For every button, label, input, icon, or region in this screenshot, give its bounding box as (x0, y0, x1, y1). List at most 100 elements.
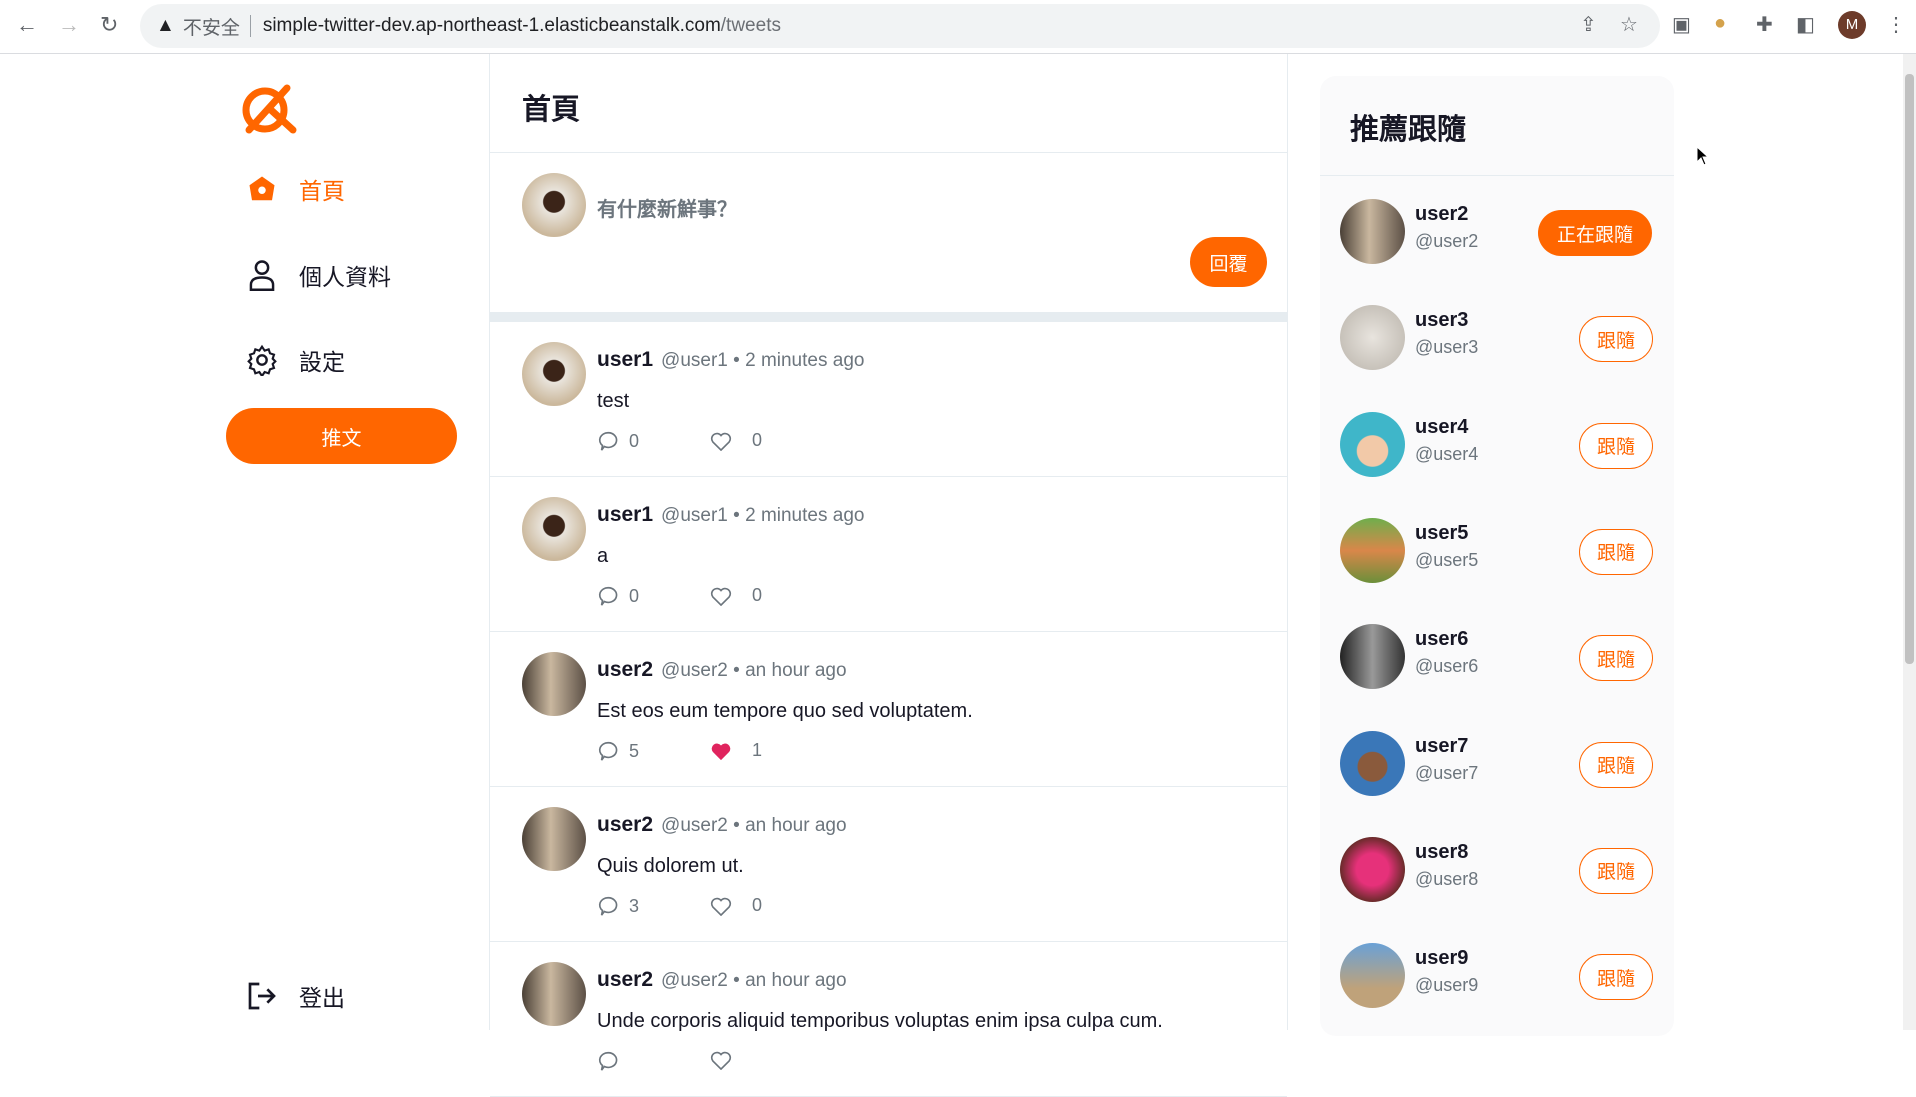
user-name[interactable]: user6 (1415, 628, 1468, 651)
follow-button[interactable]: 跟隨 (1579, 847, 1653, 894)
star-icon[interactable]: ☆ (1620, 12, 1638, 37)
cookie-icon[interactable]: ● (1714, 12, 1726, 35)
reply-count: 0 (629, 430, 640, 451)
tweet-meta: user1 @user1 • 2 minutes ago (597, 503, 865, 526)
extension-chat-icon[interactable]: ▣ (1672, 12, 1691, 37)
user-handle: @user8 (1415, 868, 1479, 889)
comment-icon (598, 586, 618, 606)
recommend-panel: 推薦跟隨 user2 @user2 正在跟隨 user3 @user3 跟隨 user4 @u… (1320, 76, 1674, 1036)
reply-button[interactable]: 回覆 (1190, 237, 1267, 287)
like-action[interactable]: 0 (710, 585, 762, 606)
like-action[interactable]: 0 (710, 895, 762, 916)
tweet[interactable]: user2 @user2 • an hour ago Quis dolorem ut… (490, 787, 1287, 942)
avatar[interactable] (1340, 411, 1405, 477)
logout-button[interactable]: 登出 (245, 979, 345, 1013)
avatar[interactable] (1340, 305, 1405, 371)
user-name[interactable]: user3 (1415, 309, 1468, 332)
avatar[interactable] (1340, 199, 1405, 264)
unfollow-button[interactable]: 正在跟隨 (1538, 210, 1652, 256)
reply-action[interactable]: 5 (597, 740, 639, 762)
user-name[interactable]: user2 (1415, 203, 1468, 226)
user-name[interactable]: user5 (1415, 522, 1468, 545)
follow-button[interactable]: 跟隨 (1579, 741, 1653, 788)
logout-label: 登出 (299, 985, 345, 1011)
user-name[interactable]: user7 (1415, 735, 1468, 758)
heart-icon[interactable] (710, 431, 742, 451)
divider (249, 15, 251, 37)
tweet-text: a (597, 545, 609, 567)
tweet-button[interactable]: 推文 (226, 408, 457, 464)
puzzle-icon[interactable]: ✚ (1756, 12, 1773, 37)
tweet[interactable]: user1 @user1 • 2 minutes ago a 0 0 (490, 477, 1287, 632)
heart-icon[interactable] (710, 896, 742, 916)
avatar[interactable] (1340, 624, 1405, 690)
tweet-author[interactable]: user1 (597, 503, 653, 526)
address-bar[interactable]: ▲ 不安全 simple-twitter-dev.ap-northeast-1.… (140, 4, 1660, 48)
tweet-handle: @user1 (661, 350, 728, 371)
tweet[interactable]: user2 @user2 • an hour ago Unde corporis a… (490, 942, 1287, 1097)
scrollbar-thumb[interactable] (1905, 74, 1914, 664)
avatar[interactable] (522, 962, 586, 1026)
recommend-title: 推薦跟隨 (1320, 76, 1674, 176)
side-panel-icon[interactable]: ◧ (1796, 12, 1815, 37)
reply-action[interactable] (597, 1050, 629, 1072)
tweet-author[interactable]: user2 (597, 968, 653, 991)
avatar[interactable] (522, 497, 586, 561)
back-icon[interactable]: ← (16, 12, 38, 38)
follow-button[interactable]: 跟隨 (1579, 954, 1653, 1001)
recommend-user: user6 @user6 跟隨 (1320, 602, 1674, 708)
user-name[interactable]: user8 (1415, 841, 1468, 864)
like-action[interactable] (710, 1050, 752, 1070)
recommend-user: user7 @user7 跟隨 (1320, 709, 1674, 815)
tweet-time: an hour ago (745, 660, 847, 681)
tweet[interactable]: user1 @user1 • 2 minutes ago test 0 0 (490, 322, 1287, 477)
tweet-text: Est eos eum tempore quo sed voluptatem. (597, 700, 973, 722)
reload-icon[interactable]: ↻ (100, 12, 118, 38)
tweet-time: an hour ago (745, 970, 847, 991)
menu-icon[interactable]: ⋮ (1886, 12, 1906, 37)
heart-icon[interactable] (710, 741, 742, 761)
heart-icon[interactable] (710, 1050, 742, 1070)
avatar[interactable] (1340, 730, 1405, 796)
profile-avatar[interactable]: M (1838, 11, 1866, 39)
follow-button[interactable]: 跟隨 (1579, 528, 1653, 575)
tweet[interactable]: user2 @user2 • an hour ago Est eos eum tem… (490, 632, 1287, 787)
sidebar-item-label: 首頁 (299, 178, 345, 204)
user-handle: @user4 (1415, 443, 1479, 464)
tweet-text: test (597, 390, 630, 412)
scrollbar[interactable] (1903, 54, 1916, 1030)
logo[interactable] (241, 82, 297, 134)
user-name[interactable]: user9 (1415, 947, 1468, 970)
recommend-user: user4 @user4 跟隨 (1320, 390, 1674, 496)
follow-button[interactable]: 跟隨 (1579, 316, 1653, 363)
forward-icon[interactable]: → (58, 12, 80, 38)
like-action[interactable]: 1 (710, 740, 762, 761)
sidebar-item-settings[interactable]: 設定 (245, 343, 345, 377)
like-action[interactable]: 0 (710, 430, 762, 451)
tweet-author[interactable]: user2 (597, 813, 653, 836)
avatar[interactable] (1340, 836, 1405, 902)
divider (490, 312, 1287, 322)
user-name[interactable]: user4 (1415, 416, 1468, 439)
tweet-author[interactable]: user2 (597, 658, 653, 681)
follow-button[interactable]: 跟隨 (1579, 422, 1653, 469)
tweet-author[interactable]: user1 (597, 348, 653, 371)
avatar[interactable] (522, 652, 586, 716)
reply-action[interactable]: 0 (597, 585, 639, 607)
follow-button[interactable]: 跟隨 (1579, 635, 1653, 682)
user-handle: @user9 (1415, 975, 1479, 996)
reply-action[interactable]: 0 (597, 430, 639, 452)
url-host: simple-twitter-dev.ap-northeast-1.elasti… (262, 15, 721, 36)
heart-icon[interactable] (710, 586, 742, 606)
avatar[interactable] (522, 342, 586, 406)
avatar[interactable] (522, 807, 586, 871)
share-icon[interactable]: ⇪ (1580, 12, 1597, 37)
avatar[interactable] (1340, 517, 1405, 583)
tweet-meta: user2 @user2 • an hour ago (597, 813, 847, 836)
recommend-user: user2 @user2 正在跟隨 (1320, 177, 1674, 283)
compose-input[interactable]: 有什麼新鮮事？ (597, 193, 737, 222)
sidebar-item-home[interactable]: 首頁 (245, 172, 345, 206)
reply-action[interactable]: 3 (597, 895, 639, 917)
sidebar-item-profile[interactable]: 個人資料 (245, 258, 391, 292)
avatar[interactable] (1340, 943, 1405, 1009)
